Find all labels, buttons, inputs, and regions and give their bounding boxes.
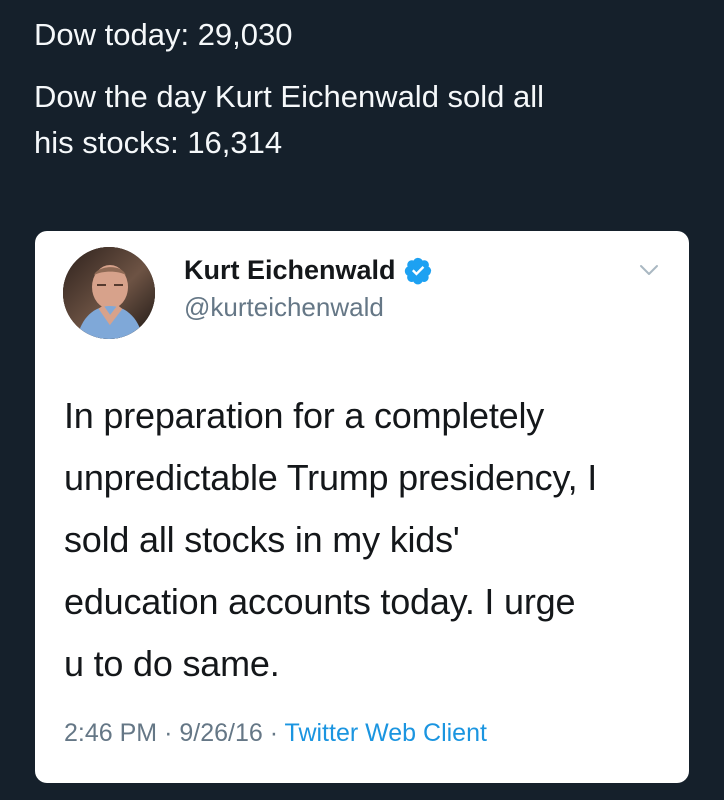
author-handle[interactable]: @kurteichenwald	[184, 291, 384, 323]
verified-badge-icon	[404, 256, 433, 285]
outer-post-text: Dow today: 29,030 Dow the day Kurt Eiche…	[34, 12, 694, 166]
tweet-text-line: sold all stocks in my kids'	[64, 519, 460, 560]
tweet-date[interactable]: 9/26/16	[179, 719, 262, 747]
tweet-text-line: unpredictable Trump presidency, I	[64, 457, 598, 498]
author-name-row[interactable]: Kurt Eichenwald	[184, 253, 433, 287]
tweet-time[interactable]: 2:46 PM	[64, 719, 157, 747]
author-avatar[interactable]	[63, 247, 155, 339]
tweet-metadata: 2:46 PM · 9/26/16 · Twitter Web Client	[64, 717, 487, 749]
dow-sale-day-text-line-1: Dow the day Kurt Eichenwald sold all	[34, 79, 545, 114]
tweet-source-link[interactable]: Twitter Web Client	[285, 719, 487, 747]
meta-separator: ·	[269, 719, 279, 747]
tweet-text-line: u to do same.	[64, 643, 280, 684]
dow-sale-day-text-line-2: his stocks: 16,314	[34, 125, 283, 160]
author-name[interactable]: Kurt Eichenwald	[184, 253, 396, 287]
tweet-text: In preparation for a completely unpredic…	[64, 385, 654, 695]
meta-separator: ·	[164, 719, 173, 747]
tweet-text-line: In preparation for a completely	[64, 395, 545, 436]
dow-today-text: Dow today: 29,030	[34, 17, 293, 52]
tweet-text-line: education accounts today. I urge	[64, 581, 576, 622]
chevron-down-icon[interactable]	[639, 263, 659, 277]
embedded-tweet-card[interactable]: Kurt Eichenwald @kurteichenwald In prepa…	[35, 231, 689, 783]
